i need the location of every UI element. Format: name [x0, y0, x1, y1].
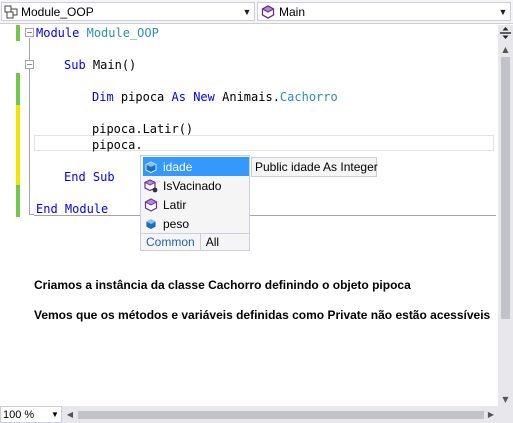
code-line-current: pipoca. — [92, 138, 143, 152]
change-indicator — [16, 73, 20, 89]
change-indicator-unsaved — [16, 105, 20, 185]
member-dropdown[interactable]: Main ▼ — [257, 2, 511, 21]
editor-bottom-bar: 100 % ▼ ◀ ▶ — [0, 406, 513, 423]
completion-item-peso[interactable]: peso — [143, 214, 249, 233]
change-indicator — [16, 185, 20, 217]
completion-item-idade[interactable]: idade — [143, 157, 249, 176]
method-icon — [143, 197, 159, 213]
method-extension-icon — [143, 178, 159, 194]
scroll-up-icon[interactable]: ▲ — [498, 42, 513, 56]
tab-all[interactable]: All — [201, 234, 224, 251]
zoom-dropdown[interactable]: 100 % ▼ — [0, 406, 62, 423]
intellisense-popup: idade IsVacinado Latir peso Common All — [140, 155, 250, 251]
collapse-sub-toggle[interactable]: − — [25, 60, 34, 69]
change-indicator — [16, 25, 20, 41]
member-dropdown-label: Main — [279, 4, 306, 19]
chevron-down-icon: ▼ — [51, 410, 59, 419]
procedure-separator — [34, 215, 496, 216]
completion-item-isvacinado[interactable]: IsVacinado — [143, 176, 249, 195]
outline-guide — [29, 70, 30, 182]
description-line-1: Criamos a instância da classe Cachorro d… — [34, 278, 411, 292]
scroll-down-icon[interactable]: ▼ — [498, 392, 513, 406]
vertical-scrollbar[interactable]: ▲ ▼ — [498, 25, 513, 406]
chevron-down-icon: ▼ — [242, 6, 252, 17]
chevron-down-icon: ▼ — [498, 6, 508, 17]
navigation-bar: Module_OOP ▼ Main ▼ — [0, 0, 513, 24]
change-indicator — [16, 89, 20, 105]
description-line-2: Vemos que os métodos e variáveis definid… — [34, 308, 491, 322]
module-icon — [4, 5, 18, 19]
scroll-right-icon[interactable]: ▶ — [485, 407, 497, 422]
vertical-scroll-thumb[interactable] — [501, 57, 510, 319]
horizontal-scroll-thumb[interactable] — [78, 411, 484, 419]
code-line-dim: Dim pipoca As New Animais.Cachorro — [92, 90, 338, 104]
field-icon — [143, 159, 159, 175]
scroll-left-icon[interactable]: ◀ — [64, 407, 76, 422]
code-line-end-sub: End Sub — [64, 170, 115, 184]
scrollbar-corner — [498, 406, 513, 423]
tab-common[interactable]: Common — [141, 234, 201, 251]
code-line-latir: pipoca.Latir() — [92, 122, 194, 136]
code-line-module: Module Module_OOP — [36, 26, 159, 40]
field-icon — [143, 216, 159, 232]
split-window-icon[interactable] — [498, 25, 513, 41]
code-line-sub: Sub Main() — [64, 58, 137, 72]
completion-item-latir[interactable]: Latir — [143, 195, 249, 214]
type-dropdown[interactable]: Module_OOP ▼ — [1, 2, 255, 21]
method-icon — [260, 4, 276, 20]
quickinfo-tooltip: Public idade As Integer — [251, 157, 378, 177]
completion-filter-tabs: Common All — [141, 233, 249, 251]
type-dropdown-label: Module_OOP — [21, 4, 94, 19]
collapse-module-toggle[interactable]: − — [25, 28, 34, 37]
